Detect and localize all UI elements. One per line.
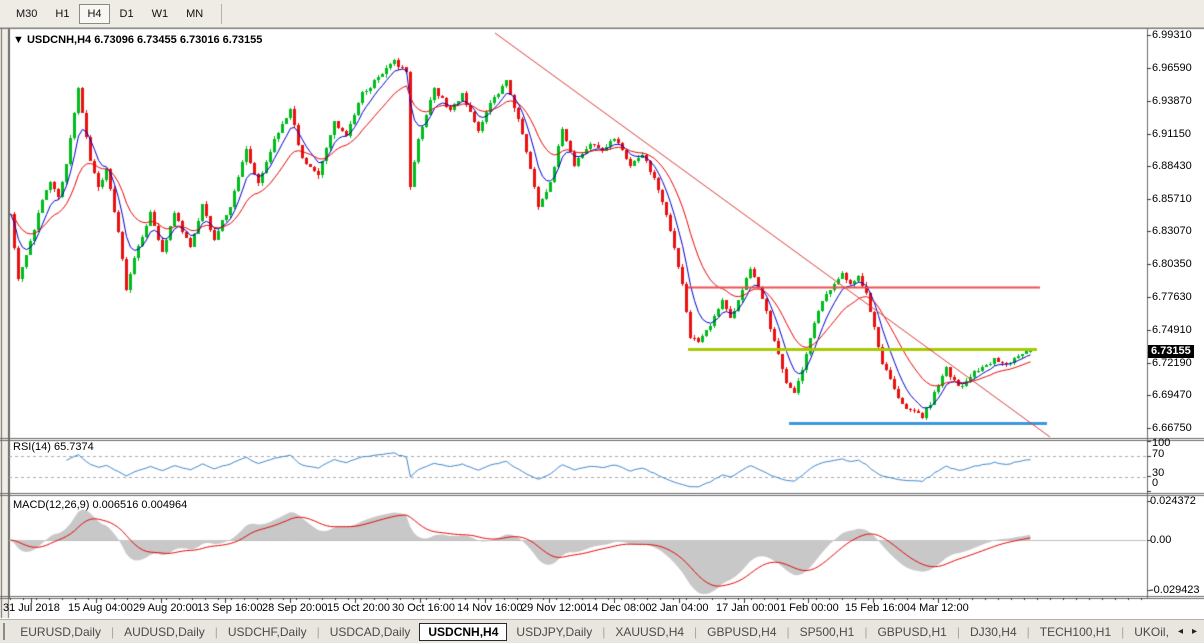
price-axis-label: 6.85710: [1152, 193, 1192, 205]
symbol-timeframe-label: USDCNH,H4: [26, 34, 95, 46]
chart-title: ▼ USDCNH,H4 6.73096 6.73455 6.73016 6.73…: [13, 34, 262, 46]
price-axis-label: 6.66750: [1152, 422, 1192, 434]
macd-axis-label: 0.024372: [1150, 495, 1196, 507]
timeframe-button-w1[interactable]: W1: [144, 4, 177, 24]
price-axis-label: 6.93870: [1152, 95, 1192, 107]
collapse-arrow-icon[interactable]: ▼: [13, 34, 27, 46]
tab-stub[interactable]: [3, 623, 6, 640]
scroll-left-icon[interactable]: ◂: [1178, 626, 1183, 637]
date-axis-label: 31 Jul 2018: [3, 602, 60, 614]
tab-tech100-h1[interactable]: TECH100,H1: [1031, 623, 1120, 641]
tab-gbpusd-h1[interactable]: GBPUSD,H1: [868, 623, 955, 641]
date-axis-label: 4 Mar 12:00: [910, 602, 969, 614]
macd-label: MACD(12,26,9) 0.006516 0.004964: [13, 499, 188, 511]
date-axis-label: 14 Nov 16:00: [457, 602, 523, 614]
price-axis-label: 6.80350: [1152, 258, 1192, 270]
tab-scroll-arrows: ◂ ▸: [1178, 626, 1204, 637]
tab-usdcad-daily[interactable]: USDCAD,Daily: [321, 623, 420, 641]
date-axis-label: 2 Jan 04:00: [651, 602, 709, 614]
date-axis-label: 14 Dec 08:00: [586, 602, 652, 614]
rsi-axis-label: 0: [1152, 477, 1159, 489]
date-axis-label: 30 Oct 16:00: [392, 602, 455, 614]
date-axis-label: 15 Oct 20:00: [327, 602, 390, 614]
price-axis-label: 6.96590: [1152, 62, 1192, 74]
date-axis-label: 28 Sep 20:00: [262, 602, 328, 614]
chart-tab-bar: EURUSD,Daily | AUDUSD,Daily | USDCHF,Daily | U…: [0, 619, 1204, 643]
date-axis-label: 29 Nov 12:00: [521, 602, 587, 614]
tab-usdcnh-h4[interactable]: USDCNH,H4: [419, 622, 508, 641]
timeframe-button-m30[interactable]: M30: [8, 4, 45, 24]
macd-axis-label: -0.029423: [1150, 584, 1200, 596]
tab-audusd-daily[interactable]: AUDUSD,Daily: [115, 623, 214, 641]
chart-tabs: EURUSD,Daily | AUDUSD,Daily | USDCHF,Daily | U…: [11, 622, 1178, 641]
timeframe-button-d1[interactable]: D1: [112, 4, 142, 24]
current-price-tag: 6.73155: [1148, 345, 1194, 358]
timeframe-button-h4[interactable]: H4: [79, 3, 110, 24]
tab-eurusd-daily[interactable]: EURUSD,Daily: [11, 623, 110, 641]
date-axis-label: 1 Feb 00:00: [780, 602, 839, 614]
price-axis-label: 6.74910: [1152, 324, 1192, 336]
timeframe-buttons: M30 H1 H4 D1 W1 MN: [8, 3, 211, 24]
date-axis-label: 17 Jan 00:00: [716, 602, 780, 614]
date-axis-label: 15 Aug 04:00: [68, 602, 133, 614]
price-axis-label: 6.69470: [1152, 389, 1192, 401]
ohlc-values: 6.73096 6.73455 6.73016 6.73155: [94, 34, 263, 46]
tab-dj30-h4[interactable]: DJ30,H4: [961, 623, 1026, 641]
toolbar-separator: [221, 3, 223, 24]
date-axis-label: 29 Aug 20:00: [133, 602, 198, 614]
price-axis-label: 6.88430: [1152, 160, 1192, 172]
tab-sp500-h1[interactable]: SP500,H1: [791, 623, 864, 641]
tab-gbpusd-h4[interactable]: GBPUSD,H4: [698, 623, 785, 641]
date-axis-label: 13 Sep 16:00: [197, 602, 263, 614]
price-axis-label: 6.77630: [1152, 291, 1192, 303]
trading-platform-window: M30 H1 H4 D1 W1 MN ▼ USDCNH,H4 6.73096 6.7345…: [0, 0, 1204, 643]
tab-usdchf-daily[interactable]: USDCHF,Daily: [219, 623, 316, 641]
rsi-axis-label: 70: [1152, 448, 1165, 460]
timeframe-button-mn[interactable]: MN: [178, 4, 211, 24]
timeframe-button-h1[interactable]: H1: [47, 4, 77, 24]
timeframe-toolbar: M30 H1 H4 D1 W1 MN: [0, 0, 1204, 28]
scroll-right-icon[interactable]: ▸: [1192, 626, 1197, 637]
date-axis-label: 15 Feb 16:00: [845, 602, 910, 614]
price-axis-label: 6.91150: [1152, 128, 1191, 140]
tab-usdjpy-daily[interactable]: USDJPY,Daily: [507, 623, 601, 641]
price-axis-label: 6.99310: [1152, 29, 1192, 41]
tab-ukoil-[interactable]: UKOil,: [1125, 623, 1178, 641]
price-axis-label: 6.83070: [1152, 225, 1192, 237]
price-axis-label: 6.72190: [1152, 357, 1192, 369]
macd-axis-label: 0.00: [1150, 534, 1172, 546]
tab-xauusd-h4[interactable]: XAUUSD,H4: [606, 623, 693, 641]
rsi-label: RSI(14) 65.7374: [13, 441, 94, 453]
chart-canvas[interactable]: [0, 0, 1204, 643]
